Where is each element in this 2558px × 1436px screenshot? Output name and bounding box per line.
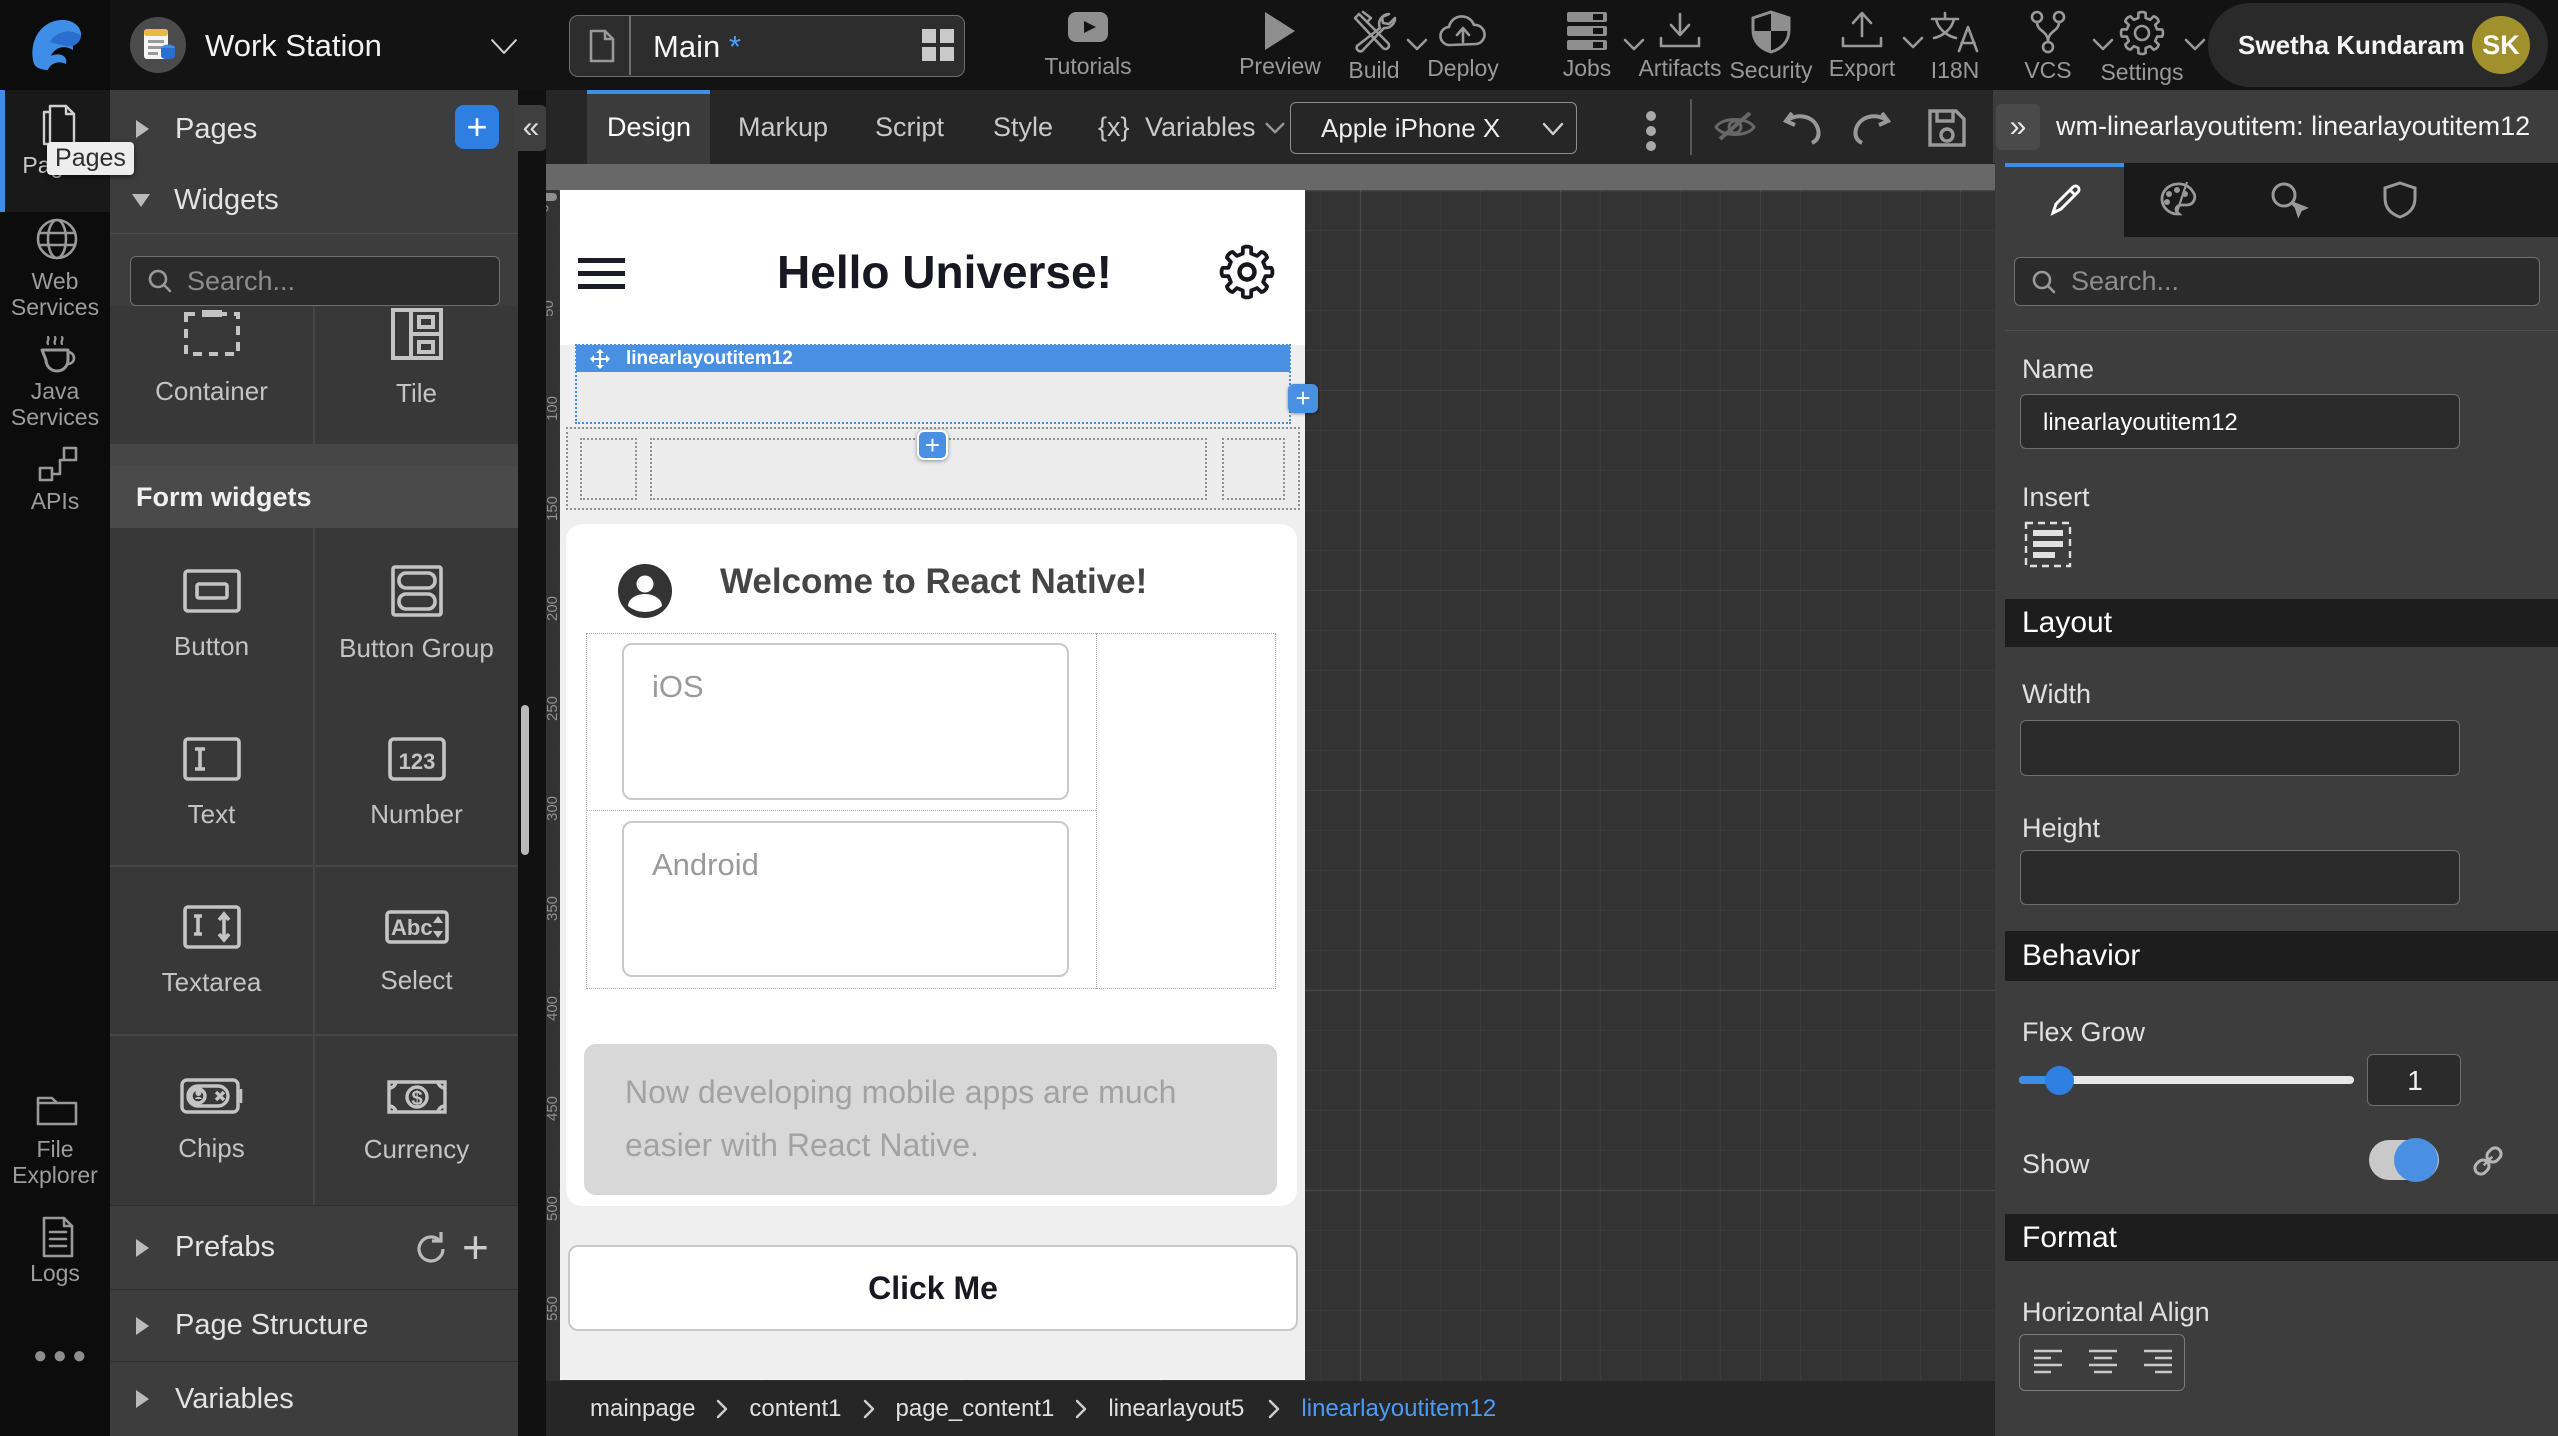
svg-text:Abc: Abc (391, 915, 433, 940)
svg-text:123: 123 (398, 749, 435, 774)
svg-text:$: $ (411, 1088, 422, 1110)
